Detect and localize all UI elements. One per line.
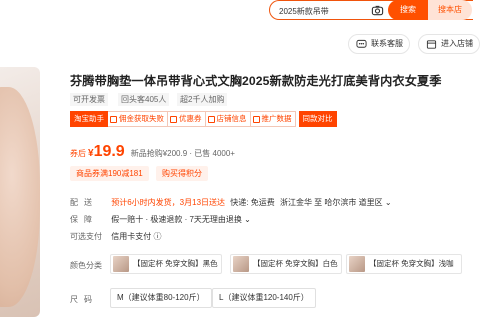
color-option-white[interactable]: 【固定杯 免穿文胸】白色 (230, 254, 342, 274)
original-price: 新品抢购¥200.9 · 已售 4000+ (130, 149, 235, 158)
payment-row: 可选支付 信用卡支付 ⓘ (70, 231, 161, 242)
search-input[interactable]: 2025新款吊带 (279, 6, 329, 17)
commission-icon (110, 115, 117, 123)
product-photo-model (0, 87, 40, 307)
delivery-eta: 预计6小时内发货，3月13日送达 (111, 198, 226, 207)
commission-item[interactable]: 佣金获取失败 (108, 111, 168, 127)
compare-button[interactable]: 同款对比 (298, 111, 337, 127)
size-option-l[interactable]: L（建议体重120-140斤） (212, 288, 316, 308)
size-option-m[interactable]: M（建议体重80-120斤） (110, 288, 212, 308)
chat-icon (356, 39, 367, 48)
store-info-icon (207, 115, 215, 123)
coupon-icon (170, 115, 177, 123)
payment-text: 信用卡支付 (111, 232, 152, 241)
contact-service-button[interactable]: 联系客服 (348, 34, 410, 54)
variant-thumbnail (233, 256, 249, 272)
size-label: 尺码 (70, 295, 98, 304)
tag-invoice: 可开发票 (70, 93, 108, 106)
assistant-label[interactable]: 淘宝助手 (70, 111, 108, 127)
tag-returning-customers: 回头客405人 (118, 93, 170, 106)
delivery-label: 配送 (70, 198, 98, 207)
variant-thumbnail (349, 256, 365, 272)
coupon-chip[interactable]: 商品券满190减181 (70, 166, 149, 181)
guarantee-label: 保障 (70, 215, 98, 224)
search-button[interactable]: 搜索 (388, 0, 428, 20)
color-option-black[interactable]: 【固定杯 免穿文胸】黑色 (110, 254, 222, 274)
product-title: 芬腾带胸垫一体吊带背心式文胸2025新款防走光打底美背内衣女夏季 (70, 74, 442, 88)
enter-store-button[interactable]: 进入店铺 (418, 34, 480, 54)
price-row: 券后 ¥ 19.9 新品抢购¥200.9 · 已售 4000+ (70, 143, 235, 161)
store-info-item[interactable]: 店铺信息 (205, 111, 251, 127)
assistant-toolbar: 淘宝助手 佣金获取失败 优惠券 店铺信息 推广数据 同款对比 (70, 111, 337, 127)
color-label: 颜色分类 (70, 261, 102, 270)
delivery-row: 配送 预计6小时内发货，3月13日送达 快递: 免运费 浙江金华 至 哈尔滨市 … (70, 197, 392, 208)
tag-added-to-cart: 超2千人加购 (177, 93, 228, 106)
price-value: 19.9 (93, 143, 125, 160)
delivery-route[interactable]: 浙江金华 至 哈尔滨市 道里区 (280, 198, 383, 207)
promo-data-item[interactable]: 推广数据 (250, 111, 296, 127)
guarantee-row: 保障 假一赔十 · 极速退款 · 7天无理由退换 ⌄ (70, 214, 251, 225)
color-label-row: 颜色分类 (70, 260, 109, 271)
product-image[interactable] (0, 67, 40, 317)
color-option-light-brown[interactable]: 【固定杯 免穿文胸】浅咖 (346, 254, 462, 274)
store-icon (426, 40, 437, 49)
chevron-down-icon[interactable]: ⌄ (385, 198, 392, 207)
camera-icon[interactable] (371, 4, 384, 17)
store-search-button[interactable]: 搜本店 (428, 0, 472, 20)
enter-store-label: 进入店铺 (441, 39, 473, 48)
info-icon[interactable]: ⓘ (153, 232, 161, 241)
contact-label: 联系客服 (371, 39, 403, 48)
payment-label: 可选支付 (70, 232, 102, 241)
variant-thumbnail (113, 256, 129, 272)
delivery-method: 快递: 免运费 (230, 198, 275, 207)
size-label-row: 尺码 (70, 294, 109, 305)
price-label: 券后 (70, 149, 86, 158)
points-chip[interactable]: 购买得积分 (156, 166, 208, 181)
chevron-down-icon[interactable]: ⌄ (244, 215, 251, 224)
chart-icon (252, 115, 260, 123)
guarantee-text[interactable]: 假一赔十 · 极速退款 · 7天无理由退换 (111, 215, 242, 224)
coupon-item[interactable]: 优惠券 (168, 111, 206, 127)
